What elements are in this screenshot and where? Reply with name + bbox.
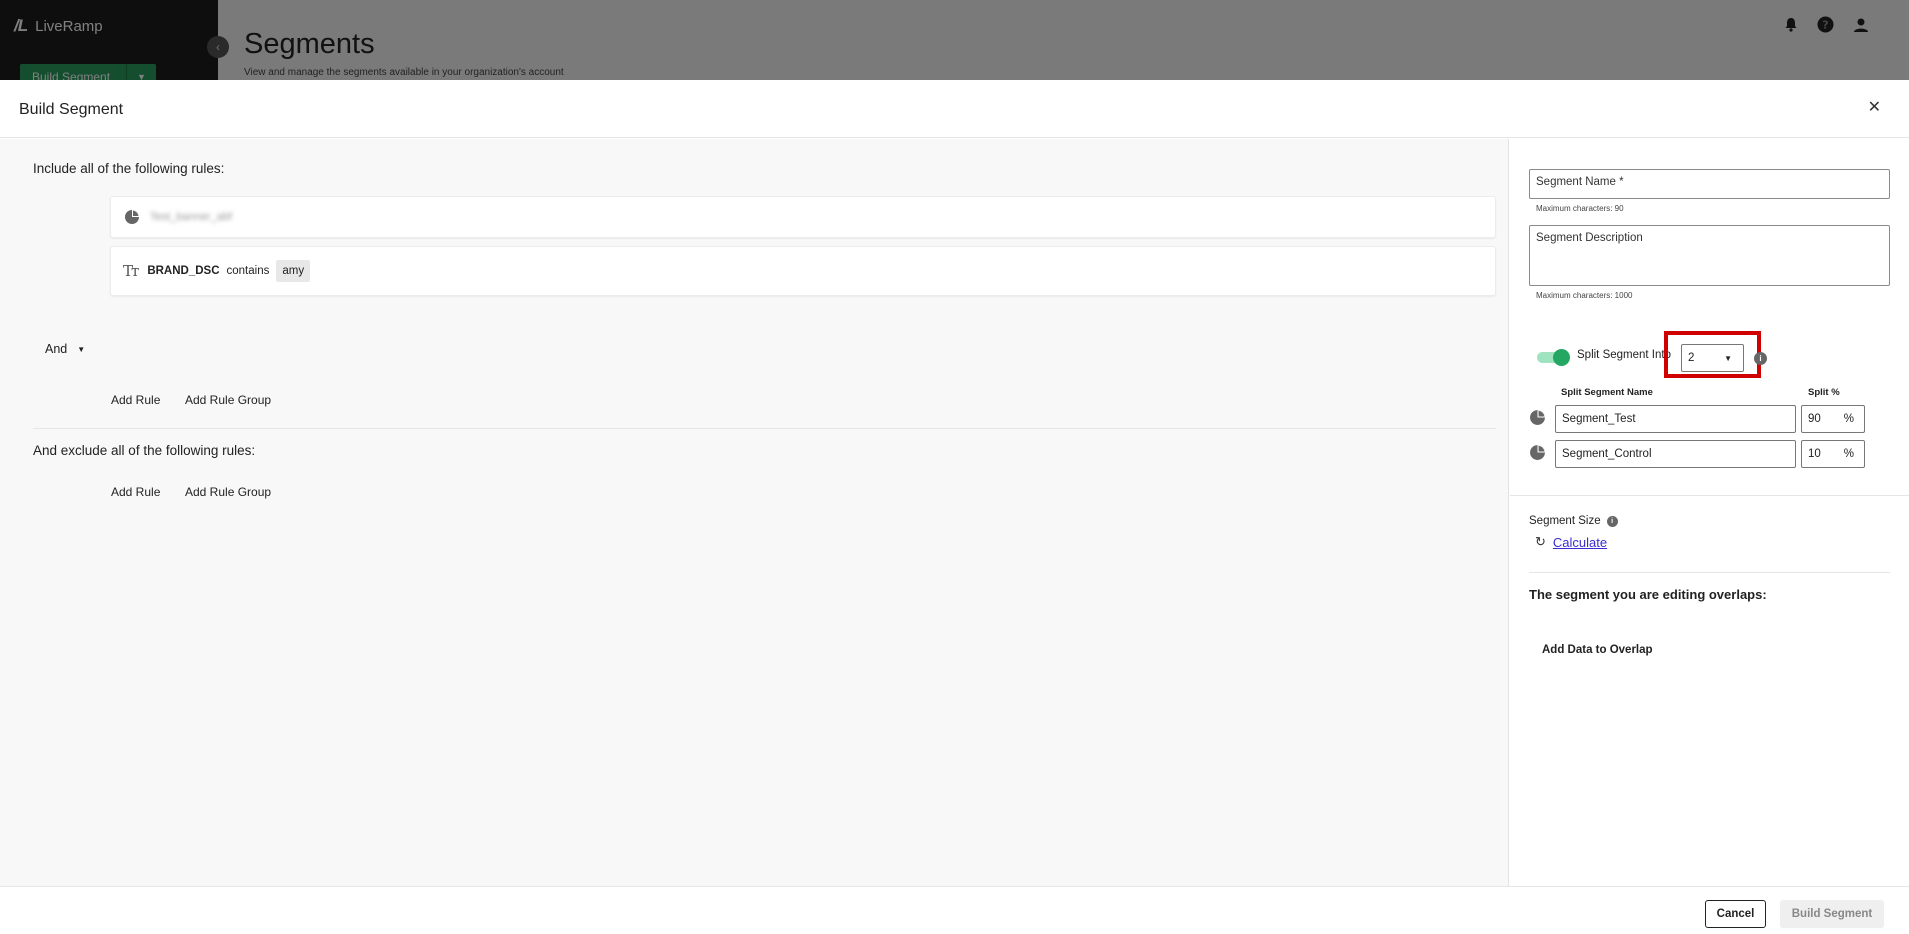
calculate-row: ↻ Calculate	[1535, 534, 1607, 550]
rule-field: BRAND_DSC	[147, 265, 220, 277]
split-name-header: Split Segment Name	[1561, 387, 1653, 398]
percent-unit: %	[1843, 448, 1854, 460]
add-exclude-rule-button[interactable]: Add Rule	[111, 485, 160, 499]
cancel-button[interactable]: Cancel	[1705, 900, 1766, 928]
rule-row-text[interactable]: Tт BRAND_DSC contains amy	[110, 246, 1496, 296]
split-pct-value-2: 10	[1808, 448, 1821, 460]
segment-name-helper: Maximum characters: 90	[1536, 204, 1624, 213]
modal-header: Build Segment ✕	[0, 80, 1909, 138]
rule-segment-name: Test_banner_abf	[150, 211, 232, 223]
add-rule-group-button[interactable]: Add Rule Group	[185, 393, 271, 407]
split-pct-value-1: 90	[1808, 413, 1821, 425]
segment-size-row: Segment Size i	[1529, 515, 1618, 527]
split-pct-header: Split %	[1808, 387, 1840, 398]
rule-value: amy	[276, 260, 311, 282]
pie-chart-icon	[1530, 445, 1545, 460]
section-divider	[33, 428, 1496, 429]
include-rules-label: Include all of the following rules:	[33, 161, 225, 176]
split-segment-toggle[interactable]	[1537, 349, 1570, 366]
section-divider	[1529, 572, 1890, 573]
segment-description-field[interactable]: Segment Description	[1529, 225, 1890, 286]
calculate-link[interactable]: Calculate	[1553, 535, 1607, 550]
segment-description-helper: Maximum characters: 1000	[1536, 291, 1633, 300]
info-icon[interactable]: i	[1754, 352, 1767, 365]
modal-footer: Cancel Build Segment	[0, 886, 1909, 934]
split-segment-label: Split Segment Into	[1577, 349, 1671, 361]
close-icon[interactable]: ✕	[1868, 97, 1881, 117]
split-pct-input-2[interactable]: 10 %	[1801, 440, 1865, 468]
segment-settings-pane: Segment Name * Maximum characters: 90 Se…	[1510, 139, 1909, 886]
highlight-box	[1664, 331, 1761, 378]
rule-operator: contains	[226, 265, 270, 277]
rules-pane: Include all of the following rules: And …	[0, 139, 1509, 886]
split-pct-input-1[interactable]: 90 %	[1801, 405, 1865, 433]
info-icon[interactable]: i	[1606, 515, 1618, 527]
build-segment-button[interactable]: Build Segment	[1780, 900, 1884, 928]
split-name-input-2[interactable]: Segment_Control	[1555, 440, 1796, 468]
segment-name-field[interactable]: Segment Name *	[1529, 169, 1890, 199]
text-type-icon: Tт	[123, 262, 139, 280]
pie-chart-icon	[125, 210, 139, 224]
section-divider	[1510, 495, 1909, 496]
split-name-input-1[interactable]: Segment_Test	[1555, 405, 1796, 433]
percent-unit: %	[1843, 413, 1854, 425]
modal-title: Build Segment	[19, 101, 124, 118]
toggle-knob	[1553, 349, 1570, 366]
and-operator-label: And	[45, 342, 68, 356]
refresh-icon[interactable]: ↻	[1535, 534, 1546, 550]
overlap-title: The segment you are editing overlaps:	[1529, 587, 1767, 602]
chevron-down-icon: ▼	[77, 344, 86, 354]
exclude-rules-label: And exclude all of the following rules:	[33, 443, 256, 458]
pie-chart-icon	[1530, 410, 1545, 425]
add-exclude-rule-group-button[interactable]: Add Rule Group	[185, 485, 271, 499]
segment-size-label: Segment Size	[1529, 515, 1601, 527]
add-rule-button[interactable]: Add Rule	[111, 393, 160, 407]
add-data-to-overlap-button[interactable]: Add Data to Overlap	[1542, 644, 1653, 656]
rule-row-segment[interactable]: Test_banner_abf	[110, 196, 1496, 238]
build-segment-modal: Build Segment ✕ Include all of the follo…	[0, 80, 1909, 934]
and-operator-select[interactable]: And ▼	[45, 342, 85, 356]
